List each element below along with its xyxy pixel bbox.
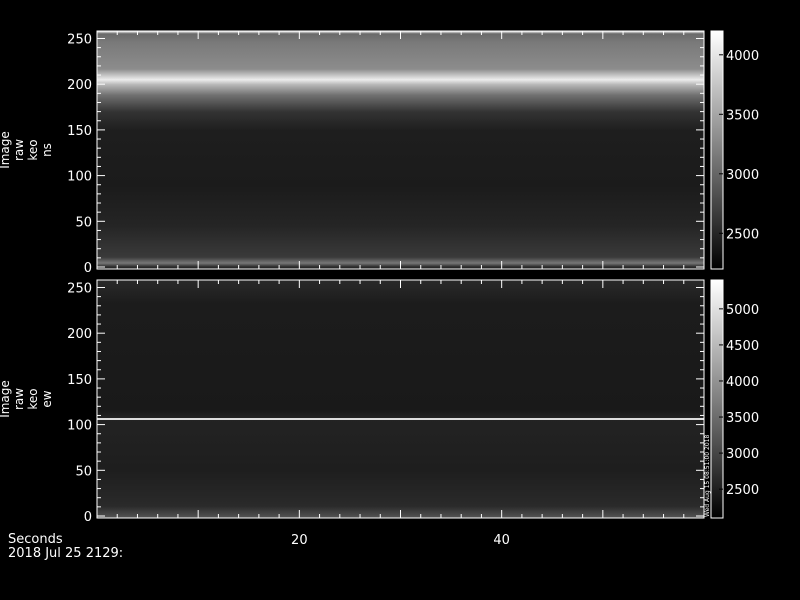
colorbar-label-ns: 3000 [726, 168, 759, 183]
panel-ew: Wed Aug 15 08:51:00 2018 0 50 100 150 200 250… [0, 279, 759, 548]
y-axis-title-line-ew: raw [12, 388, 26, 410]
colorbar-label-ew: 4500 [726, 339, 759, 354]
y-tick-label-ns: 250 [67, 32, 92, 47]
x-tick-label-ew: 40 [493, 533, 510, 548]
y-tick-label-ew: 100 [67, 419, 92, 434]
date-label: 2018 Jul 25 2129: [8, 546, 123, 561]
y-tick-label-ns: 200 [67, 78, 92, 93]
y-tick-label-ew: 0 [84, 510, 92, 525]
colorbar-label-ew: 3500 [726, 411, 759, 426]
side-stamp-ew: Wed Aug 15 08:51:00 2018 [704, 435, 711, 517]
y-axis-title-line-ns: raw [12, 139, 26, 161]
y-axis-title-line-ns: ns [40, 143, 54, 157]
y-tick-label-ns: 50 [75, 215, 92, 230]
panel-ns: 0 50 100 150 200 250 2500 3000 3500 4000 Image raw k… [0, 30, 759, 276]
colorbar-label-ns: 4000 [726, 49, 759, 64]
y-tick-label-ew: 250 [67, 281, 92, 296]
colorbar-label-ew: 3000 [726, 447, 759, 462]
bright-line-ew [97, 418, 704, 420]
y-tick-label-ew: 200 [67, 327, 92, 342]
colorbar-label-ew: 4000 [726, 375, 759, 390]
y-axis-title-line-ew: ew [40, 390, 54, 407]
y-axis-title-line-ns: Image [0, 131, 12, 169]
colorbar-label-ns: 2500 [726, 227, 759, 242]
y-tick-label-ns: 0 [84, 261, 92, 276]
keogram-figure: 0501001502002502500300035004000Image raw k… [0, 30, 759, 561]
y-axis-title-line-ns: keo [26, 139, 40, 160]
colorbar-label-ns: 3500 [726, 108, 759, 123]
y-tick-label-ns: 100 [67, 170, 92, 185]
colorbar-ew [710, 279, 724, 519]
heatmap-ew [97, 280, 704, 518]
y-axis-title-line-ew: keo [26, 388, 40, 409]
y-tick-label-ns: 150 [67, 124, 92, 139]
seconds-label: Seconds [8, 532, 63, 547]
x-tick-label-ew: 20 [291, 533, 308, 548]
y-axis-title-line-ew: Image [0, 380, 12, 418]
heatmap-ns [97, 31, 704, 269]
colorbar-label-ew: 2500 [726, 483, 759, 498]
y-tick-label-ew: 150 [67, 373, 92, 388]
colorbar-label-ew: 5000 [726, 303, 759, 318]
y-tick-label-ew: 50 [75, 464, 92, 479]
